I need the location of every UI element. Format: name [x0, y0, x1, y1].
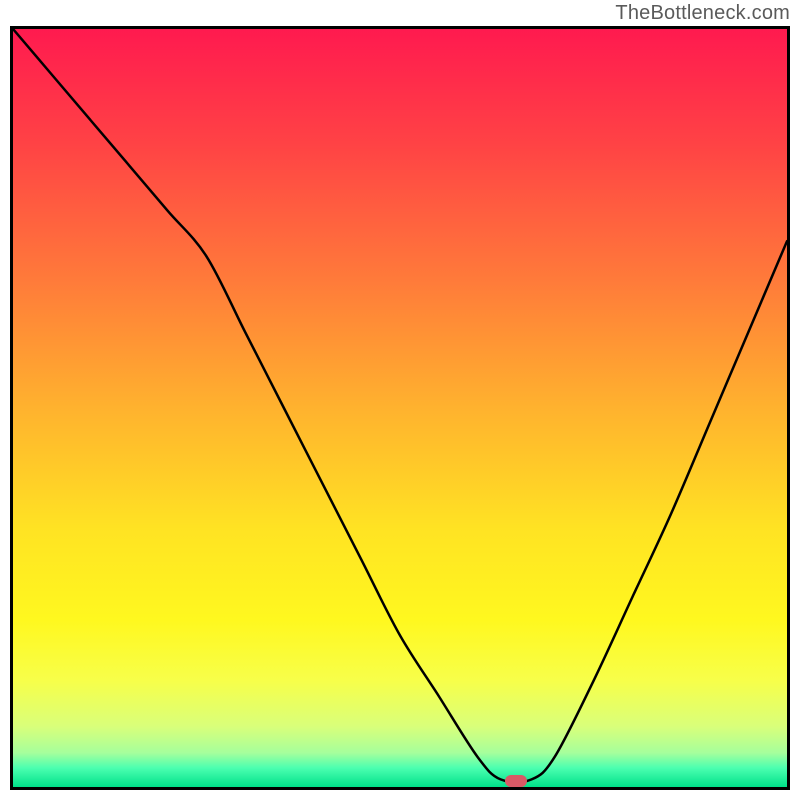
chart-frame: [10, 26, 790, 790]
bottleneck-curve: [13, 29, 787, 787]
chart-container: TheBottleneck.com: [0, 0, 800, 800]
attribution-text: TheBottleneck.com: [615, 2, 790, 25]
operating-point-marker: [505, 775, 527, 787]
